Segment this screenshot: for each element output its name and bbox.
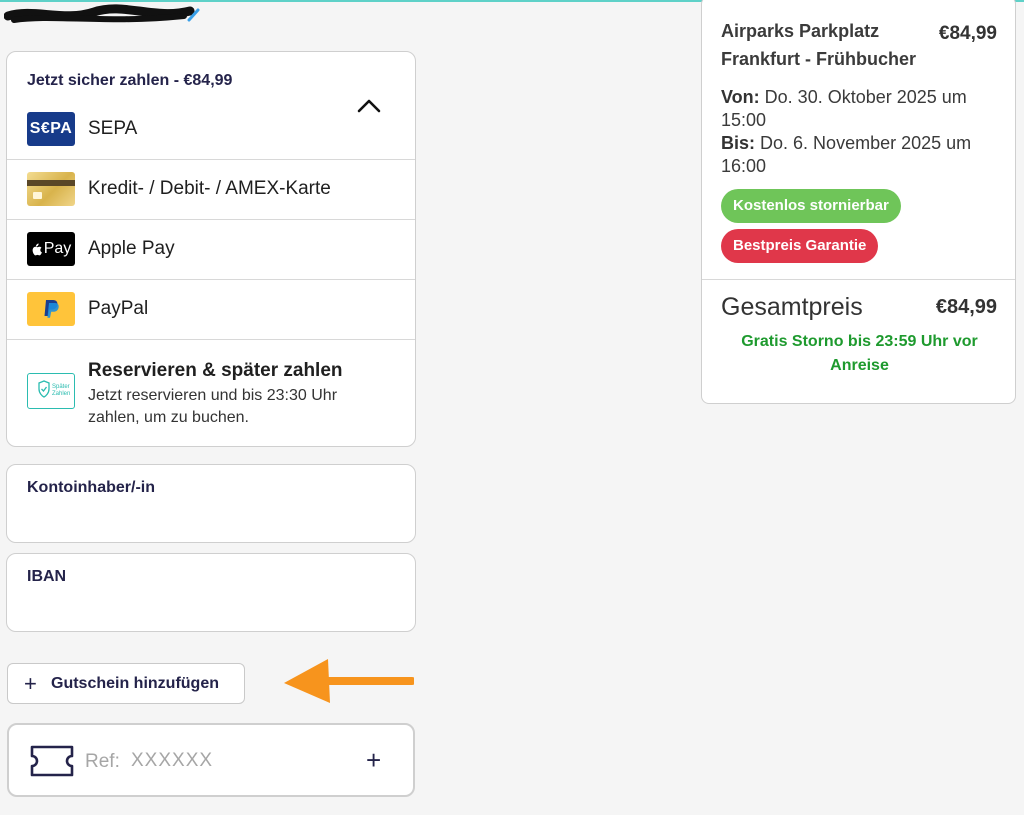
payment-method-label: PayPal <box>88 298 149 319</box>
summary-to: Bis: Do. 6. November 2025 um 16:00 <box>721 132 1006 178</box>
payment-title: Jetzt sicher zahlen - €84,99 <box>27 72 233 89</box>
account-holder-input[interactable] <box>27 505 397 533</box>
sepa-icon: S€PA <box>27 112 75 146</box>
add-voucher-button[interactable]: + Gutschein hinzufügen <box>7 663 245 704</box>
booking-summary-card: Airparks Parkplatz Frankfurt - Frühbuche… <box>701 0 1016 404</box>
iban-field[interactable]: IBAN <box>6 553 416 632</box>
free-cancellation-note: Gratis Storno bis 23:59 Uhr vor Anreise <box>741 333 978 374</box>
account-holder-field[interactable]: Kontoinhaber/-in <box>6 464 416 543</box>
arrow-left-icon <box>284 659 414 703</box>
payment-method-sepa[interactable]: S€PA SEPA <box>7 99 415 159</box>
svg-text:Später: Später <box>52 384 70 390</box>
total-label: Gesamtpreis <box>721 293 863 321</box>
account-holder-label: Kontoinhaber/-in <box>27 479 155 496</box>
from-label: Von: <box>721 87 760 107</box>
pay-later-title: Reservieren & später zahlen <box>88 360 343 381</box>
payment-method-apple-pay[interactable]: Pay Apple Pay <box>7 219 415 279</box>
apple-pay-icon: Pay <box>27 232 75 266</box>
iban-label: IBAN <box>27 568 67 585</box>
payment-method-paypal[interactable]: PayPal <box>7 279 415 339</box>
payment-method-card[interactable]: Kredit- / Debit- / AMEX-Karte <box>7 159 415 219</box>
best-price-badge: Bestpreis Garantie <box>721 229 879 263</box>
payment-methods-card: Jetzt sicher zahlen - €84,99 S€PA SEPA K… <box>6 51 416 447</box>
plus-icon: + <box>24 670 37 696</box>
to-value: Do. 6. November 2025 um 16:00 <box>721 133 972 176</box>
pay-later-description: Jetzt reservieren und bis 23:30 Uhr zahl… <box>88 387 338 426</box>
pay-later-shield-icon: Später Zahlen <box>27 373 75 409</box>
reference-code-field[interactable]: Ref: + <box>7 723 415 797</box>
summary-price: €84,99 <box>938 23 997 44</box>
paypal-icon <box>27 292 75 326</box>
divider <box>702 279 1015 280</box>
payment-method-pay-later[interactable]: Später Zahlen Reservieren & später zahle… <box>7 339 415 446</box>
ticket-icon <box>30 745 74 777</box>
total-value: €84,99 <box>935 296 997 318</box>
payment-method-label: Apple Pay <box>88 238 175 259</box>
svg-text:Zahlen: Zahlen <box>52 391 70 397</box>
redacted-header-scribble <box>4 4 200 23</box>
payment-method-label: Kredit- / Debit- / AMEX-Karte <box>88 178 331 199</box>
reference-prefix: Ref: <box>85 751 120 772</box>
free-cancellation-badge: Kostenlos stornierbar <box>721 189 901 223</box>
add-voucher-label: Gutschein hinzufügen <box>51 674 219 692</box>
summary-title: Airparks Parkplatz Frankfurt - Frühbuche… <box>721 21 917 69</box>
add-reference-plus-icon[interactable]: + <box>366 745 381 776</box>
credit-card-icon <box>27 172 75 206</box>
payment-method-label: SEPA <box>88 118 138 139</box>
summary-from: Von: Do. 30. Oktober 2025 um 15:00 <box>721 86 1006 132</box>
iban-input[interactable] <box>27 594 397 622</box>
reference-code-input[interactable] <box>131 747 341 775</box>
to-label: Bis: <box>721 133 756 153</box>
